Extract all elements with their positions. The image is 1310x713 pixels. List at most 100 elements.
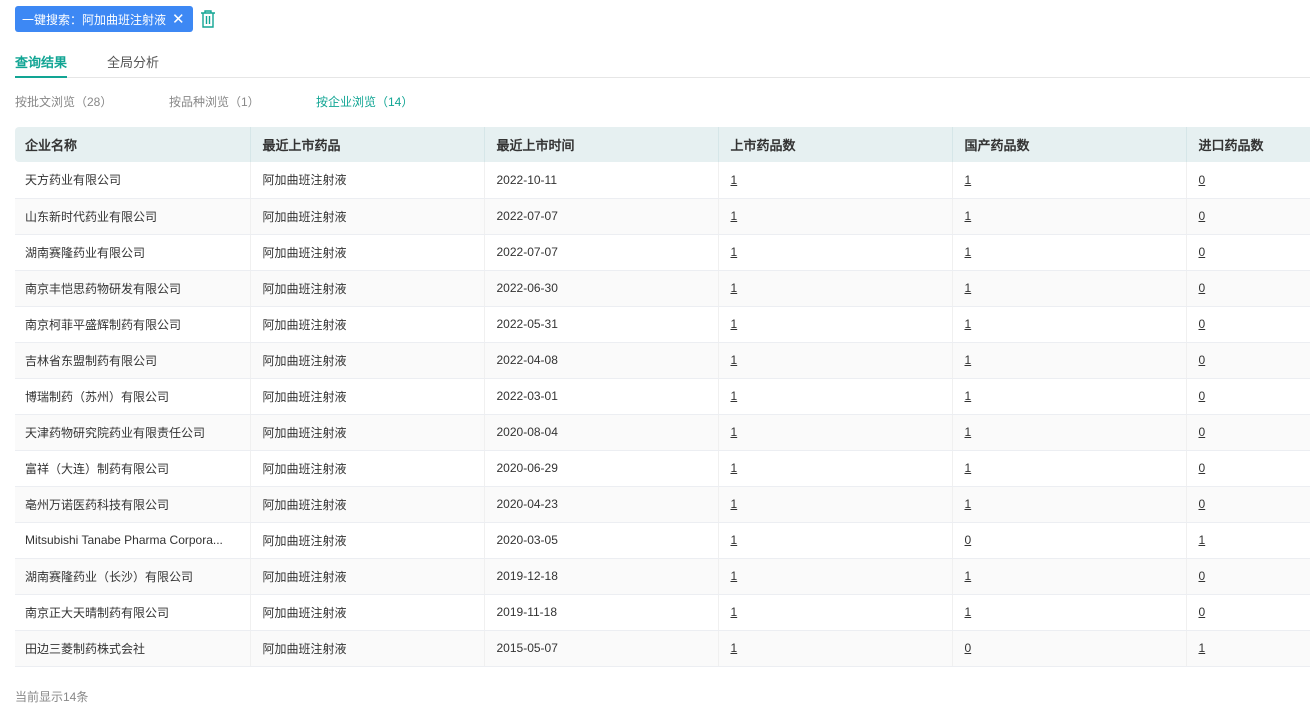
count-link[interactable]: 1 xyxy=(965,281,972,295)
count-link[interactable]: 1 xyxy=(965,389,972,403)
subtab-by-variety[interactable]: 按品种浏览（1） xyxy=(169,93,260,110)
subtab-by-company[interactable]: 按企业浏览（14） xyxy=(316,93,413,110)
count-link[interactable]: 1 xyxy=(731,173,738,187)
table-cell: 2022-06-30 xyxy=(483,270,718,307)
count-link[interactable]: 0 xyxy=(1199,461,1206,475)
count-link[interactable]: 1 xyxy=(965,605,972,619)
count-link[interactable]: 1 xyxy=(1199,533,1206,547)
table-cell: 1 xyxy=(951,558,1186,595)
table-cell: 阿加曲班注射液 xyxy=(249,270,484,307)
table-row: Mitsubishi Tanabe Pharma Corpora... 阿加曲班注… xyxy=(15,522,1310,559)
table-cell: 1 xyxy=(1185,522,1310,559)
table-cell: 1 xyxy=(951,306,1186,343)
count-link[interactable]: 0 xyxy=(1199,209,1206,223)
table-cell: 0 xyxy=(1185,414,1310,451)
count-link[interactable]: 0 xyxy=(1199,245,1206,259)
count-link[interactable]: 1 xyxy=(965,245,972,259)
table-cell: 阿加曲班注射液 xyxy=(249,198,484,235)
count-link[interactable]: 0 xyxy=(1199,173,1206,187)
table-cell: Mitsubishi Tanabe Pharma Corpora... xyxy=(15,522,250,559)
table-cell: 0 xyxy=(951,630,1186,667)
table-cell: 阿加曲班注射液 xyxy=(249,378,484,415)
table-row: 吉林省东盟制药有限公司 阿加曲班注射液 2022-04-08 1 1 0 xyxy=(15,342,1310,379)
table-row: 湖南赛隆药业（长沙）有限公司 阿加曲班注射液 2019-12-18 1 1 0 xyxy=(15,558,1310,595)
table-cell: 1 xyxy=(951,270,1186,307)
count-link[interactable]: 1 xyxy=(731,389,738,403)
column-header: 最近上市药品 xyxy=(249,127,484,162)
table-cell: 1 xyxy=(951,414,1186,451)
count-link[interactable]: 1 xyxy=(965,497,972,511)
subtab-by-approval[interactable]: 按批文浏览（28） xyxy=(15,93,112,110)
count-link[interactable]: 1 xyxy=(965,461,972,475)
table-row: 天津药物研究院药业有限责任公司 阿加曲班注射液 2020-08-04 1 1 0 xyxy=(15,414,1310,451)
table-cell: 阿加曲班注射液 xyxy=(249,306,484,343)
table-cell: 0 xyxy=(1185,342,1310,379)
table-cell: 0 xyxy=(1185,234,1310,271)
count-link[interactable]: 1 xyxy=(1199,641,1206,655)
table-cell: 2022-10-11 xyxy=(483,162,718,199)
count-link[interactable]: 1 xyxy=(965,353,972,367)
tab-query-results[interactable]: 查询结果 xyxy=(15,52,68,78)
count-link[interactable]: 0 xyxy=(1199,605,1206,619)
tab-global-analysis[interactable]: 全局分析 xyxy=(107,52,159,78)
count-link[interactable]: 0 xyxy=(965,533,972,547)
table-cell: 1 xyxy=(951,450,1186,487)
table-cell: 山东新时代药业有限公司 xyxy=(15,198,250,235)
count-link[interactable]: 0 xyxy=(1199,389,1206,403)
count-link[interactable]: 0 xyxy=(965,641,972,655)
count-link[interactable]: 1 xyxy=(965,317,972,331)
table-cell: 2015-05-07 xyxy=(483,630,718,667)
table-cell: 1 xyxy=(717,450,952,487)
count-link[interactable]: 1 xyxy=(731,605,738,619)
table-cell: 阿加曲班注射液 xyxy=(249,486,484,523)
count-link[interactable]: 1 xyxy=(731,209,738,223)
count-link[interactable]: 1 xyxy=(965,209,972,223)
table-cell: 2020-03-05 xyxy=(483,522,718,559)
trash-icon[interactable] xyxy=(200,10,216,28)
company-table: 企业名称 最近上市药品 最近上市时间 上市药品数 国产药品数 进口药品数 天方药业有限公司… xyxy=(15,127,1310,667)
table-cell: 天方药业有限公司 xyxy=(15,162,250,199)
column-header: 企业名称 xyxy=(15,127,250,162)
count-link[interactable]: 1 xyxy=(965,425,972,439)
table-cell: 阿加曲班注射液 xyxy=(249,522,484,559)
count-link[interactable]: 1 xyxy=(731,641,738,655)
table-cell: 阿加曲班注射液 xyxy=(249,162,484,199)
count-link[interactable]: 0 xyxy=(1199,497,1206,511)
count-link[interactable]: 1 xyxy=(965,569,972,583)
close-icon[interactable]: ✕ xyxy=(172,12,185,27)
table-cell: 阿加曲班注射液 xyxy=(249,342,484,379)
table-cell: 1 xyxy=(951,378,1186,415)
count-link[interactable]: 1 xyxy=(731,497,738,511)
table-cell: 1 xyxy=(951,162,1186,199)
count-link[interactable]: 1 xyxy=(731,281,738,295)
search-tag: 一键搜索：阿加曲班注射液 ✕ xyxy=(15,6,193,32)
table-cell: 1 xyxy=(717,342,952,379)
table-cell: 1 xyxy=(951,342,1186,379)
column-header: 最近上市时间 xyxy=(483,127,718,162)
count-link[interactable]: 0 xyxy=(1199,353,1206,367)
table-cell: 1 xyxy=(717,414,952,451)
table-cell: 1 xyxy=(717,486,952,523)
table-cell: 1 xyxy=(717,558,952,595)
count-link[interactable]: 0 xyxy=(1199,281,1206,295)
table-cell: 2019-12-18 xyxy=(483,558,718,595)
count-link[interactable]: 1 xyxy=(731,461,738,475)
count-link[interactable]: 1 xyxy=(731,569,738,583)
table-cell: 阿加曲班注射液 xyxy=(249,234,484,271)
table-cell: 1 xyxy=(717,162,952,199)
count-link[interactable]: 0 xyxy=(1199,317,1206,331)
table-cell: 1 xyxy=(717,306,952,343)
count-link[interactable]: 1 xyxy=(731,533,738,547)
count-link[interactable]: 1 xyxy=(731,353,738,367)
table-row: 田边三菱制药株式会社 阿加曲班注射液 2015-05-07 1 0 1 xyxy=(15,630,1310,667)
count-link[interactable]: 0 xyxy=(1199,569,1206,583)
table-row: 亳州万诺医药科技有限公司 阿加曲班注射液 2020-04-23 1 1 0 xyxy=(15,486,1310,523)
count-link[interactable]: 0 xyxy=(1199,425,1206,439)
table-cell: 2022-07-07 xyxy=(483,198,718,235)
count-link[interactable]: 1 xyxy=(731,245,738,259)
count-link[interactable]: 1 xyxy=(731,317,738,331)
table-cell: 2022-03-01 xyxy=(483,378,718,415)
count-link[interactable]: 1 xyxy=(731,425,738,439)
count-link[interactable]: 1 xyxy=(965,173,972,187)
table-row: 富祥（大连）制药有限公司 阿加曲班注射液 2020-06-29 1 1 0 xyxy=(15,450,1310,487)
